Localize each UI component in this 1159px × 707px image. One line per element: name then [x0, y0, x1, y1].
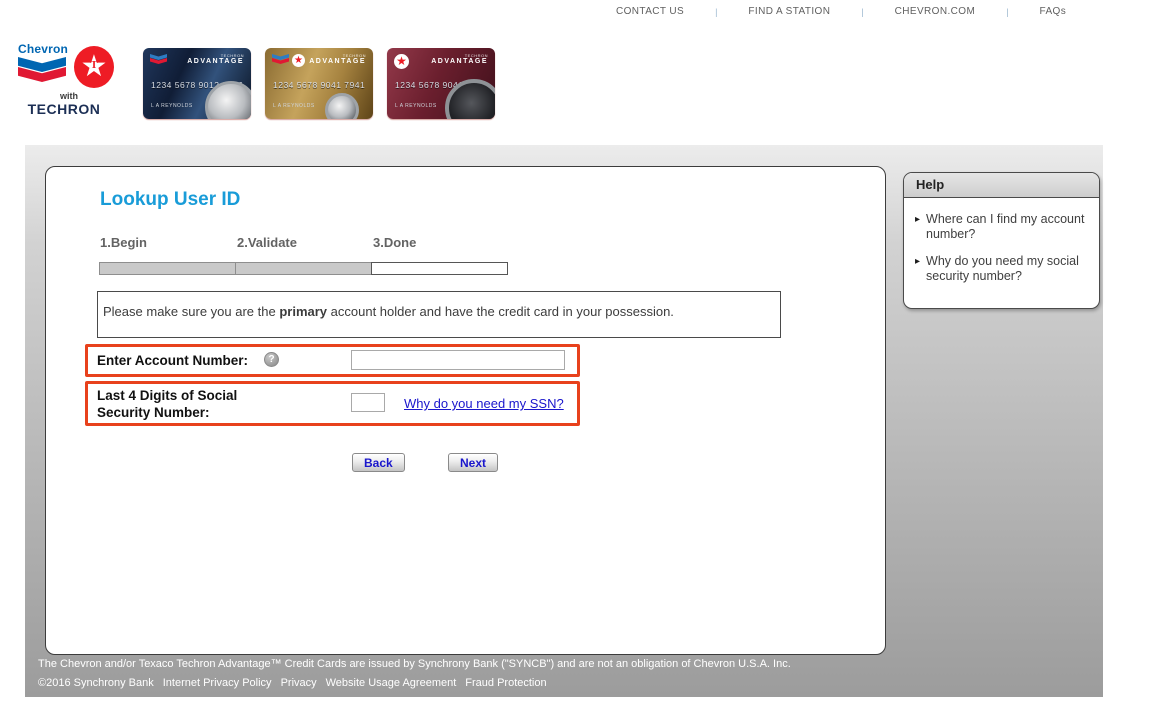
chevron-wordmark: Chevron: [18, 42, 68, 56]
nav-faqs[interactable]: FAQs: [1040, 6, 1067, 17]
help-tooltip-icon[interactable]: ?: [264, 352, 279, 367]
card-title-label: ADVANTAGE: [309, 58, 366, 65]
help-link-label: Where can I find my account number?: [926, 212, 1089, 242]
footer-link-fraud-protection[interactable]: Fraud Protection: [465, 677, 546, 689]
credit-card-images: TECHRON ADVANTAGE 1234 5678 9012 3456 L …: [143, 48, 495, 119]
card-title-label: ADVANTAGE: [187, 58, 244, 65]
footer-link-internet-privacy-policy[interactable]: Internet Privacy Policy: [163, 677, 272, 689]
ssn-label: Last 4 Digits of SocialSecurity Number:: [97, 387, 237, 421]
ssn-last4-input[interactable]: [351, 393, 385, 412]
card-texaco-star-icon: [292, 54, 305, 67]
page-title: Lookup User ID: [100, 189, 240, 211]
card-image-chevron-blue: TECHRON ADVANTAGE 1234 5678 9012 3456 L …: [143, 48, 251, 119]
nav-find-a-station[interactable]: FIND A STATION: [748, 6, 830, 17]
footer-link-website-usage-agreement[interactable]: Website Usage Agreement: [326, 677, 457, 689]
content-stage: Lookup User ID 1.Begin 2.Validate 3.Done…: [25, 145, 1103, 697]
notice-text: account holder and have the credit card …: [327, 304, 674, 319]
footer-links: ©2016 Synchrony Bank Internet Privacy Po…: [38, 677, 547, 689]
chevron-logo-icon: Chevron: [18, 42, 68, 82]
help-link-ssn[interactable]: ▸ Why do you need my social security num…: [915, 254, 1089, 284]
why-ssn-link[interactable]: Why do you need my SSN?: [404, 396, 564, 411]
progress-segment-filled: [99, 262, 236, 275]
card-chevron-icon: [272, 54, 289, 64]
account-number-row: Enter Account Number: ?: [85, 344, 580, 377]
card-image-chevron-texaco-gold: TECHRON ADVANTAGE 1234 5678 9041 7941 L …: [265, 48, 373, 119]
help-box: Help ▸ Where can I find my account numbe…: [903, 172, 1100, 309]
triangle-bullet-icon: ▸: [915, 254, 920, 284]
account-number-input[interactable]: [351, 350, 565, 370]
step-validate: 2.Validate: [237, 235, 297, 250]
nav-separator: |: [1006, 7, 1008, 17]
card-image-texaco-red: TECHRON ADVANTAGE 1234 5678 9041 7941 L …: [387, 48, 495, 119]
notice-bold-text: primary: [279, 304, 327, 319]
brand-logo: Chevron ★ T with TECHRON: [18, 42, 114, 117]
step-begin: 1.Begin: [100, 235, 147, 250]
progress-segment-filled: [235, 262, 372, 275]
primary-holder-notice: Please make sure you are the primary acc…: [97, 291, 781, 338]
texaco-star-icon: ★ T: [74, 46, 114, 88]
notice-text: Please make sure you are the: [103, 304, 279, 319]
progress-segment-empty: [371, 262, 508, 275]
help-link-label: Why do you need my social security numbe…: [926, 254, 1089, 284]
help-link-account-number[interactable]: ▸ Where can I find my account number?: [915, 212, 1089, 242]
card-brand-label: TECHRON: [309, 53, 366, 58]
card-texaco-star-icon: [394, 54, 409, 69]
headlight-graphic: [325, 93, 359, 119]
back-button[interactable]: Back: [352, 453, 405, 472]
card-number: 1234 5678 9041 7941: [273, 80, 365, 90]
lookup-panel: Lookup User ID 1.Begin 2.Validate 3.Done…: [45, 166, 886, 655]
nav-separator: |: [861, 7, 863, 17]
card-brand-label: TECHRON: [431, 53, 488, 58]
top-nav: CONTACT US | FIND A STATION | CHEVRON.CO…: [616, 6, 1066, 17]
texaco-t-glyph: T: [74, 59, 114, 71]
nav-separator: |: [715, 7, 717, 17]
next-button[interactable]: Next: [448, 453, 498, 472]
footer-link-privacy[interactable]: Privacy: [281, 677, 317, 689]
techron-wordmark: TECHRON: [18, 101, 110, 117]
help-box-title: Help: [904, 173, 1099, 198]
nav-contact-us[interactable]: CONTACT US: [616, 6, 684, 17]
card-brand-label: TECHRON: [187, 53, 244, 58]
card-title-label: ADVANTAGE: [431, 58, 488, 65]
ssn-row: Last 4 Digits of SocialSecurity Number: …: [85, 381, 580, 426]
triangle-bullet-icon: ▸: [915, 212, 920, 242]
account-number-label: Enter Account Number:: [97, 353, 248, 368]
footer-disclaimer: The Chevron and/or Texaco Techron Advant…: [38, 658, 791, 670]
card-holder-name: L A REYNOLDS: [395, 103, 437, 109]
footer-copyright: ©2016 Synchrony Bank: [38, 677, 154, 689]
card-holder-name: L A REYNOLDS: [151, 103, 193, 109]
progress-bar: [99, 262, 508, 275]
card-chevron-icon: [150, 54, 167, 64]
nav-chevron-com[interactable]: CHEVRON.COM: [895, 6, 976, 17]
step-done: 3.Done: [373, 235, 416, 250]
page: CONTACT US | FIND A STATION | CHEVRON.CO…: [0, 0, 1159, 707]
card-holder-name: L A REYNOLDS: [273, 103, 315, 109]
with-label: with: [28, 91, 110, 101]
